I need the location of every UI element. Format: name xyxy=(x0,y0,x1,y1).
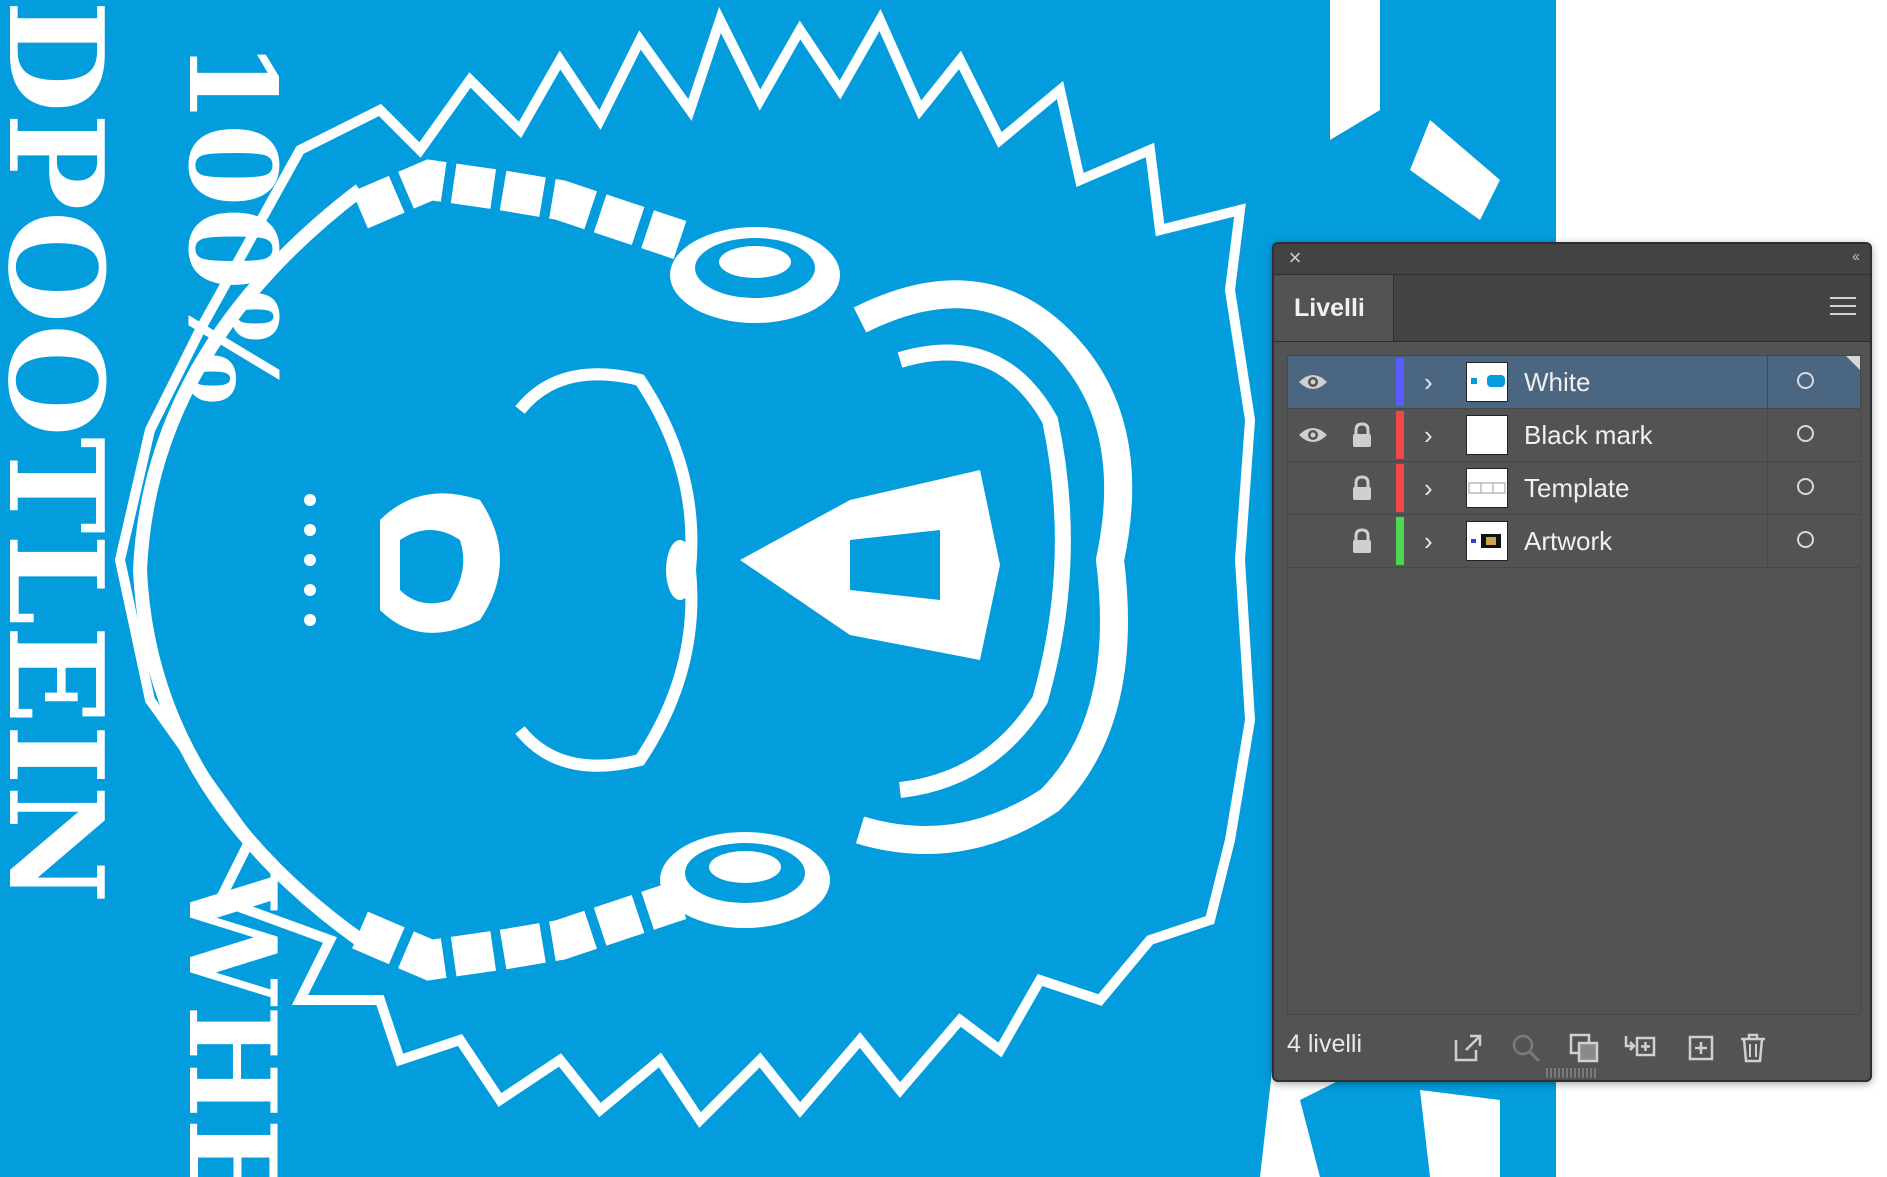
selection-indicator xyxy=(1846,356,1860,370)
target-circle-icon[interactable] xyxy=(1797,425,1814,442)
eye-icon[interactable] xyxy=(1298,425,1328,445)
layer-row-white[interactable]: › White xyxy=(1288,356,1860,409)
panel-titlebar[interactable]: × ‹‹ xyxy=(1274,244,1870,275)
row-divider xyxy=(1767,409,1768,461)
layer-row-black-mark[interactable]: › Black mark xyxy=(1288,409,1860,462)
layer-name[interactable]: White xyxy=(1524,356,1590,408)
chevron-right-icon[interactable]: › xyxy=(1424,367,1444,397)
layer-thumbnail xyxy=(1466,362,1508,402)
layer-count: 4 livelli xyxy=(1287,1030,1363,1058)
layer-row-template[interactable]: › Template xyxy=(1288,462,1860,515)
eye-icon[interactable] xyxy=(1298,372,1328,392)
resize-grip[interactable] xyxy=(1546,1068,1596,1078)
layer-thumbnail xyxy=(1466,468,1508,508)
close-icon[interactable]: × xyxy=(1284,247,1306,269)
tab-livelli[interactable]: Livelli xyxy=(1274,275,1394,341)
layer-thumbnail xyxy=(1466,521,1508,561)
trash-icon[interactable] xyxy=(1737,1032,1769,1064)
new-sublayer-icon[interactable] xyxy=(1624,1032,1656,1064)
row-divider xyxy=(1767,462,1768,514)
panel-footer: 4 livelli xyxy=(1274,1022,1870,1072)
canvas-text-left: 100% xyxy=(161,40,302,405)
new-layer-icon[interactable] xyxy=(1685,1032,1717,1064)
double-chevron-left-icon[interactable]: ‹‹ xyxy=(1852,248,1860,265)
hamburger-menu-icon[interactable] xyxy=(1830,297,1856,317)
chevron-right-icon[interactable]: › xyxy=(1424,526,1444,556)
target-circle-icon[interactable] xyxy=(1797,531,1814,548)
layers-list: › White › Black mark › Template › Artwor… xyxy=(1287,355,1861,1015)
layer-color-swatch xyxy=(1396,464,1404,512)
target-circle-icon[interactable] xyxy=(1797,478,1814,495)
target-circle-icon[interactable] xyxy=(1797,372,1814,389)
row-divider xyxy=(1767,356,1768,408)
chevron-right-icon[interactable]: › xyxy=(1424,473,1444,503)
layers-panel: × ‹‹ Livelli › White › Black mark › Temp… xyxy=(1272,242,1872,1082)
lock-icon[interactable] xyxy=(1351,422,1373,448)
layer-name[interactable]: Template xyxy=(1524,462,1630,514)
lock-icon[interactable] xyxy=(1351,528,1373,554)
document-canvas[interactable]: 100% WHE DPOOTLEIN × ‹‹ Livelli › White … xyxy=(0,0,1887,1177)
export-icon[interactable] xyxy=(1452,1032,1484,1064)
layer-color-swatch xyxy=(1396,411,1404,459)
canvas-text-edge: DPOOTLEIN xyxy=(0,0,132,904)
chevron-right-icon[interactable]: › xyxy=(1424,420,1444,450)
layer-name[interactable]: Artwork xyxy=(1524,515,1612,567)
row-divider xyxy=(1767,515,1768,567)
lock-icon[interactable] xyxy=(1351,475,1373,501)
clipping-mask-icon[interactable] xyxy=(1568,1032,1600,1064)
search-icon[interactable] xyxy=(1510,1032,1542,1064)
layer-color-swatch xyxy=(1396,358,1404,406)
layer-thumbnail xyxy=(1466,415,1508,455)
layer-row-artwork[interactable]: › Artwork xyxy=(1288,515,1860,568)
layer-color-swatch xyxy=(1396,517,1404,565)
panel-tab-row: Livelli xyxy=(1274,275,1870,342)
layer-name[interactable]: Black mark xyxy=(1524,409,1653,461)
canvas-text-bottom: WHE xyxy=(161,868,302,1177)
